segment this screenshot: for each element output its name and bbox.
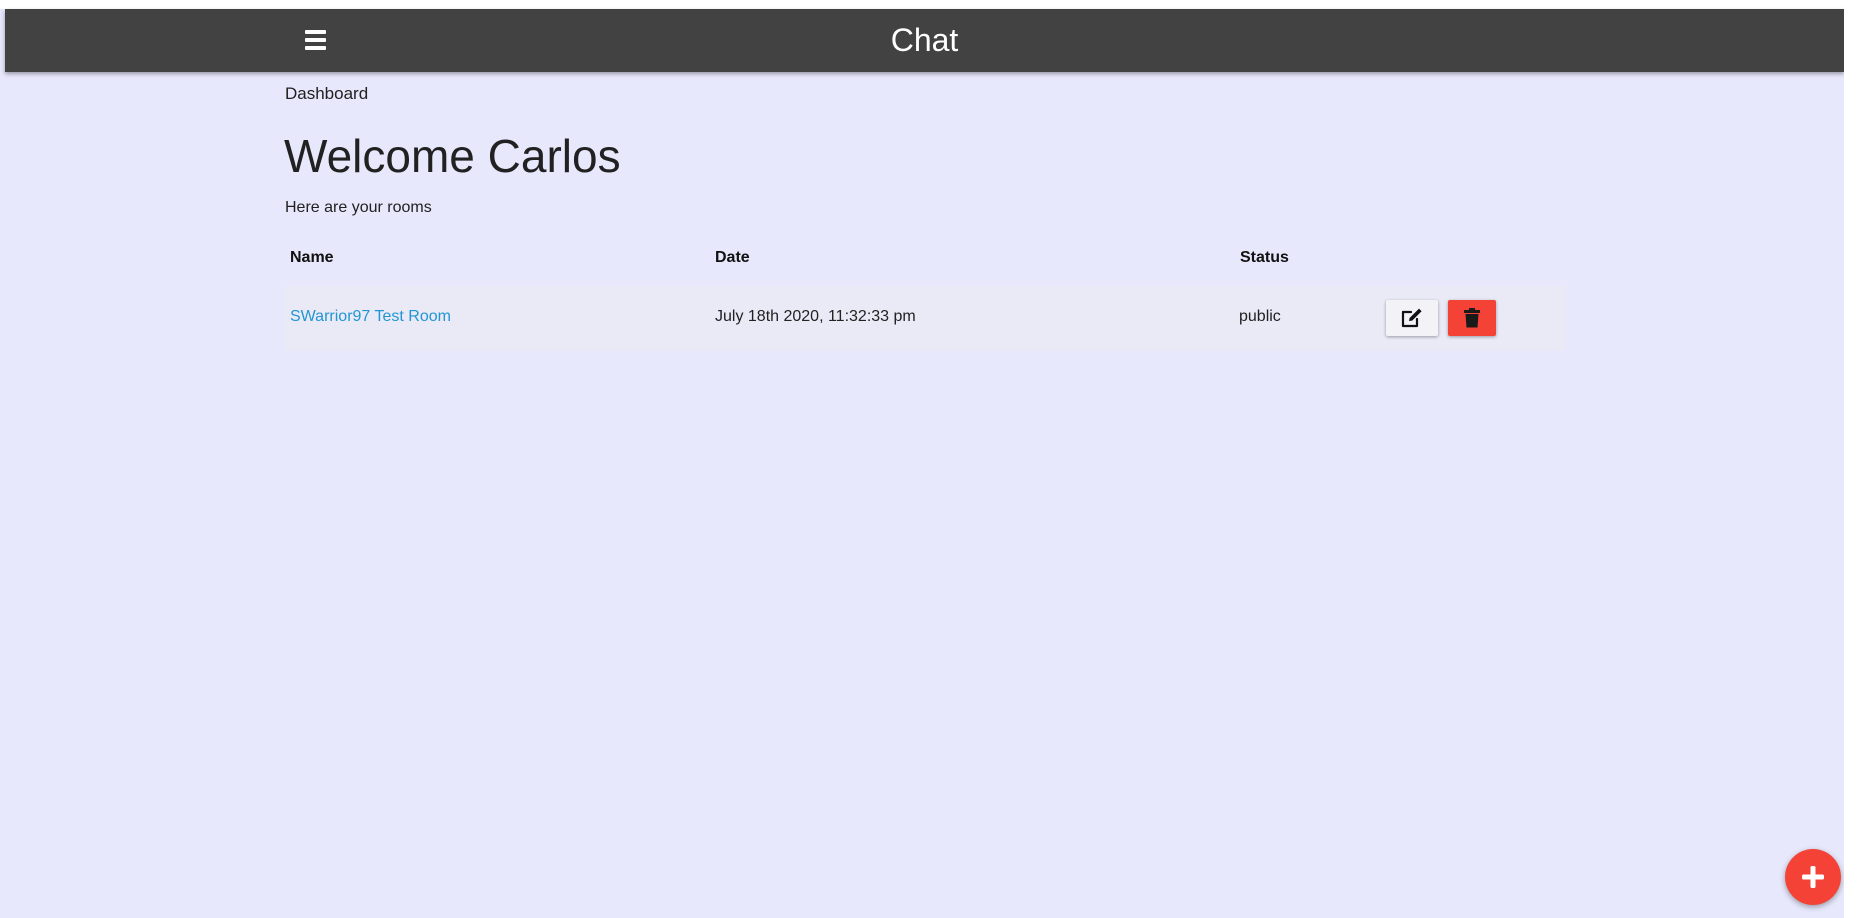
page-title: Welcome Carlos (284, 130, 621, 182)
room-status: public (1239, 308, 1281, 325)
right-margin (1844, 0, 1864, 918)
trash-icon (1464, 308, 1480, 328)
plus-icon (1802, 866, 1824, 888)
column-header-status: Status (1240, 249, 1289, 266)
room-date: July 18th 2020, 11:32:33 pm (715, 308, 916, 325)
room-name-cell: SWarrior97 Test Room (290, 308, 451, 326)
add-room-button[interactable] (1785, 849, 1841, 905)
page-subtitle: Here are your rooms (285, 199, 432, 216)
delete-room-button[interactable] (1448, 300, 1496, 336)
edit-icon (1401, 308, 1422, 328)
table-row: SWarrior97 Test Room July 18th 2020, 11:… (285, 286, 1565, 350)
breadcrumb[interactable]: Dashboard (285, 84, 368, 104)
app-bar: Chat (5, 9, 1844, 72)
edit-room-button[interactable] (1386, 300, 1438, 336)
app-title: Chat (890, 22, 959, 58)
column-header-name: Name (290, 249, 334, 266)
room-link[interactable]: SWarrior97 Test Room (290, 308, 451, 325)
app-root: Chat Dashboard Welcome Carlos Here are y… (0, 0, 1864, 918)
top-margin (0, 0, 1864, 9)
column-header-date: Date (715, 249, 750, 266)
